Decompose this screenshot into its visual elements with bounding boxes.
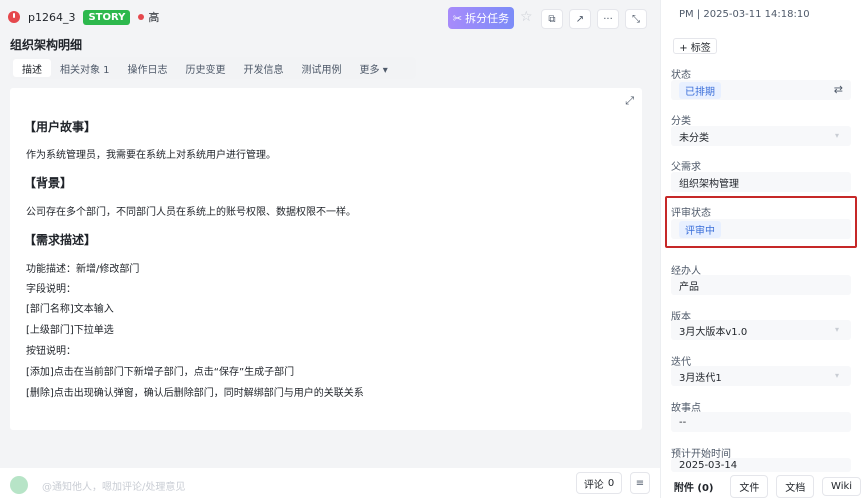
requirement-line: [删除]点击出现确认弹窗，确认后删除部门，同时解绑部门与用户的关联关系 bbox=[26, 388, 364, 399]
tab-description[interactable]: 描述 bbox=[13, 59, 51, 77]
owner-value: 产品 bbox=[679, 281, 699, 293]
background-text: 公司存在多个部门，不同部门人员在系统上的账号权限、数据权限不一样。 bbox=[26, 207, 356, 218]
requirement-line: 功能描述：新增/修改部门 bbox=[26, 264, 140, 275]
iteration-select[interactable]: 3月迭代1 ▾ bbox=[671, 366, 851, 386]
tab-test-cases[interactable]: 测试用例 bbox=[293, 59, 351, 77]
avatar bbox=[10, 476, 28, 494]
chevron-down-icon: ▾ bbox=[834, 325, 839, 334]
category-select[interactable]: 未分类 ▾ bbox=[671, 126, 851, 146]
panel-bottom-tabs: 附件 (0) 文件 文档 Wiki bbox=[661, 474, 864, 498]
split-task-button[interactable]: ✂ 拆分任务 bbox=[448, 7, 514, 29]
requirement-line: [上级部门]下拉单选 bbox=[26, 325, 114, 336]
parent-field[interactable]: 组织架构管理 bbox=[671, 172, 851, 192]
story-type-icon bbox=[8, 11, 20, 23]
iteration-value: 3月迭代1 bbox=[679, 372, 722, 384]
story-id[interactable]: p1264_3 bbox=[28, 11, 75, 24]
split-task-label: 拆分任务 bbox=[465, 12, 510, 25]
comment-count: 0 bbox=[607, 477, 615, 489]
category-value: 未分类 bbox=[679, 132, 709, 144]
review-status-badge: 评审中 bbox=[679, 220, 721, 238]
detail-tabs: 描述 相关对象 1 操作日志 历史变更 开发信息 测试用例 更多 ▾ bbox=[10, 57, 416, 79]
comment-label: 评论 bbox=[583, 479, 604, 491]
owner-field[interactable]: 产品 bbox=[671, 275, 851, 295]
properties-panel: PM | 2025-03-11 14:18:10 + 标签 状态 已排期 ⇄ 分… bbox=[660, 0, 864, 498]
fullscreen-icon[interactable]: ⤢ bbox=[625, 94, 634, 108]
open-external-icon[interactable]: ↗ bbox=[569, 9, 591, 29]
copy-icon[interactable]: ⧉ bbox=[541, 9, 563, 29]
tab-docs[interactable]: 文档 bbox=[776, 474, 815, 498]
tab-more[interactable]: 更多 ▾ bbox=[351, 59, 397, 77]
collapse-icon[interactable]: ⤡ bbox=[625, 9, 647, 29]
tab-dev-info[interactable]: 开发信息 bbox=[235, 59, 293, 77]
description-content[interactable]: ⤢ 【用户故事】 作为系统管理员，我需要在系统上对系统用户进行管理。 【背景】 … bbox=[10, 88, 642, 430]
start-date-value: 2025-03-14 bbox=[679, 459, 738, 471]
tab-operation-log[interactable]: 操作日志 bbox=[119, 59, 177, 77]
requirement-line: 按钮说明： bbox=[26, 346, 76, 357]
review-status-label: 评审状态 bbox=[671, 208, 711, 219]
story-points-value: -- bbox=[679, 416, 687, 428]
story-type-badge: STORY bbox=[83, 9, 131, 25]
comment-input[interactable]: @通知他人，嗯加评论/处理意见 bbox=[42, 478, 185, 493]
tab-history[interactable]: 历史变更 bbox=[177, 59, 235, 77]
tab-files[interactable]: 文件 bbox=[730, 474, 769, 498]
review-status-field[interactable]: 评审中 bbox=[671, 219, 851, 239]
creator-meta: PM | 2025-03-11 14:18:10 bbox=[679, 9, 810, 20]
version-value: 3月大版本v1.0 bbox=[679, 326, 748, 338]
requirement-heading: 【需求描述】 bbox=[24, 233, 97, 247]
swap-icon[interactable]: ⇄ bbox=[834, 83, 843, 96]
chevron-down-icon: ▾ bbox=[834, 131, 839, 140]
tab-attachments[interactable]: 附件 (0) bbox=[664, 474, 723, 498]
chevron-down-icon: ▾ bbox=[834, 371, 839, 380]
priority-dot-icon bbox=[138, 14, 145, 20]
status-field[interactable]: 已排期 ⇄ bbox=[671, 80, 851, 100]
requirement-line: [添加]点击在当前部门下新增子部门，点击“保存”生成子部门 bbox=[26, 367, 295, 378]
start-date-field[interactable]: 2025-03-14 bbox=[671, 458, 851, 472]
parent-label: 父需求 bbox=[671, 162, 701, 173]
more-icon[interactable]: ··· bbox=[597, 9, 619, 29]
background-heading: 【背景】 bbox=[24, 176, 73, 190]
user-story-heading: 【用户故事】 bbox=[24, 120, 97, 134]
tab-wiki[interactable]: Wiki bbox=[822, 476, 862, 496]
version-select[interactable]: 3月大版本v1.0 ▾ bbox=[671, 320, 851, 340]
status-badge: 已排期 bbox=[679, 81, 721, 99]
status-label: 状态 bbox=[671, 70, 691, 81]
add-tag-button[interactable]: + 标签 bbox=[673, 38, 717, 54]
requirement-line: 字段说明： bbox=[26, 284, 76, 295]
page-title: 组织架构明细 bbox=[10, 38, 83, 52]
comment-bar: @通知他人，嗯加评论/处理意见 评论 0 ≡ bbox=[0, 468, 660, 498]
parent-value: 组织架构管理 bbox=[679, 178, 739, 190]
priority-value[interactable]: 高 bbox=[148, 9, 159, 25]
story-points-field[interactable]: -- bbox=[671, 412, 851, 432]
requirement-line: [部门名称]文本输入 bbox=[26, 304, 114, 315]
category-label: 分类 bbox=[671, 116, 691, 127]
scissors-icon: ✂ bbox=[452, 11, 463, 25]
star-icon[interactable]: ☆ bbox=[520, 9, 533, 25]
comment-count-button[interactable]: 评论 0 bbox=[576, 472, 622, 494]
user-story-text: 作为系统管理员，我需要在系统上对系统用户进行管理。 bbox=[26, 150, 276, 161]
comment-list-icon[interactable]: ≡ bbox=[630, 472, 650, 494]
tab-related-objects[interactable]: 相关对象 1 bbox=[51, 59, 119, 77]
